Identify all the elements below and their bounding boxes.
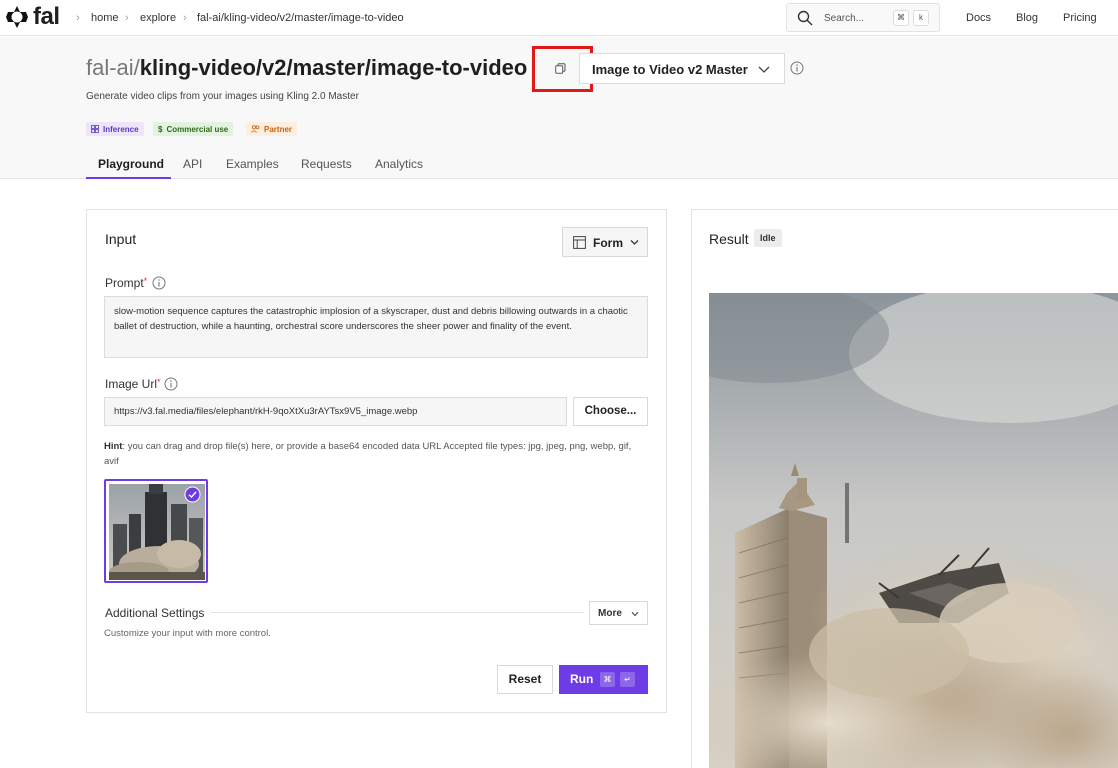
chevron-down-icon <box>630 240 639 245</box>
additional-settings-description: Customize your input with more control. <box>104 628 271 639</box>
status-badge: Idle <box>754 229 782 247</box>
run-button[interactable]: Run ⌘ ↵ <box>559 665 648 694</box>
image-url-input[interactable]: https://v3.fal.media/files/elephant/rkH-… <box>104 397 567 426</box>
tab-examples[interactable]: Examples <box>226 157 279 171</box>
breadcrumb-explore[interactable]: explore <box>140 12 176 24</box>
result-image <box>709 293 1118 768</box>
model-description: Generate video clips from your images us… <box>86 91 359 102</box>
breadcrumb-model[interactable]: fal-ai/kling-video/v2/master/image-to-vi… <box>197 12 404 24</box>
input-panel-title: Input <box>105 231 137 247</box>
nav-link-pricing[interactable]: Pricing <box>1063 12 1097 24</box>
grid-icon <box>91 125 99 133</box>
fal-logo[interactable]: fal <box>5 5 60 29</box>
more-settings-button[interactable]: More <box>589 601 648 625</box>
fal-logo-icon <box>6 6 28 28</box>
badge-label: Commercial use <box>166 124 229 134</box>
additional-settings-label: Additional Settings <box>105 606 205 620</box>
badge-partner: Partner <box>246 122 298 136</box>
badge-label: Inference <box>103 124 139 134</box>
divider <box>211 612 584 613</box>
search-shortcut-key: ⌘ <box>893 10 909 26</box>
reset-button[interactable]: Reset <box>497 665 553 694</box>
search-input[interactable]: Search... ⌘ k <box>786 3 940 32</box>
model-id: kling-video/v2/master/image-to-video <box>139 55 528 80</box>
command-key-icon: ⌘ <box>600 672 615 687</box>
tab-api[interactable]: API <box>183 157 202 171</box>
active-tab-indicator <box>86 177 171 179</box>
check-circle-icon <box>184 486 201 503</box>
variant-selected-label: Image to Video v2 Master <box>592 62 748 77</box>
badge-commercial-use: $ Commercial use <box>153 122 234 136</box>
search-icon <box>797 10 813 26</box>
top-nav: fal › home › explore › fal-ai/kling-vide… <box>0 0 1118 36</box>
badge-label: Partner <box>264 124 293 134</box>
logo-text: fal <box>33 3 60 30</box>
table-icon <box>573 236 586 249</box>
tab-analytics[interactable]: Analytics <box>375 157 423 171</box>
info-icon[interactable] <box>790 61 804 75</box>
run-label: Run <box>570 672 594 686</box>
users-icon <box>251 125 260 133</box>
model-variant-dropdown[interactable]: Image to Video v2 Master <box>579 53 785 84</box>
model-owner: fal-ai/ <box>86 55 140 80</box>
breadcrumb-home[interactable]: home <box>91 12 119 24</box>
dollar-icon: $ <box>158 124 163 134</box>
info-icon[interactable] <box>164 377 178 391</box>
prompt-textarea[interactable]: slow-motion sequence captures the catast… <box>104 296 648 358</box>
tab-requests[interactable]: Requests <box>301 157 352 171</box>
page-title: fal-ai/kling-video/v2/master/image-to-vi… <box>86 54 527 82</box>
nav-link-blog[interactable]: Blog <box>1016 12 1038 24</box>
result-preview-image <box>709 293 1118 768</box>
chevron-right-icon: › <box>76 12 80 24</box>
more-label: More <box>598 608 622 619</box>
image-url-label: Image Url* <box>105 377 161 391</box>
choose-file-button[interactable]: Choose... <box>573 397 648 426</box>
search-placeholder: Search... <box>824 13 865 24</box>
chevron-right-icon: › <box>183 12 187 24</box>
nav-link-docs[interactable]: Docs <box>966 12 991 24</box>
chevron-down-icon <box>631 611 639 617</box>
view-mode-label: Form <box>593 236 623 250</box>
info-icon[interactable] <box>152 276 166 290</box>
result-panel-title: Result <box>709 231 749 247</box>
enter-key-icon: ↵ <box>620 672 635 687</box>
tab-playground[interactable]: Playground <box>98 157 164 171</box>
search-shortcut-key: k <box>913 10 929 26</box>
chevron-down-icon <box>758 66 770 73</box>
chevron-right-icon: › <box>125 12 129 24</box>
badge-inference: Inference <box>86 122 144 136</box>
upload-hint: Hint: you can drag and drop file(s) here… <box>104 441 632 467</box>
prompt-label: Prompt* <box>105 276 148 290</box>
view-mode-dropdown[interactable]: Form <box>562 227 648 257</box>
